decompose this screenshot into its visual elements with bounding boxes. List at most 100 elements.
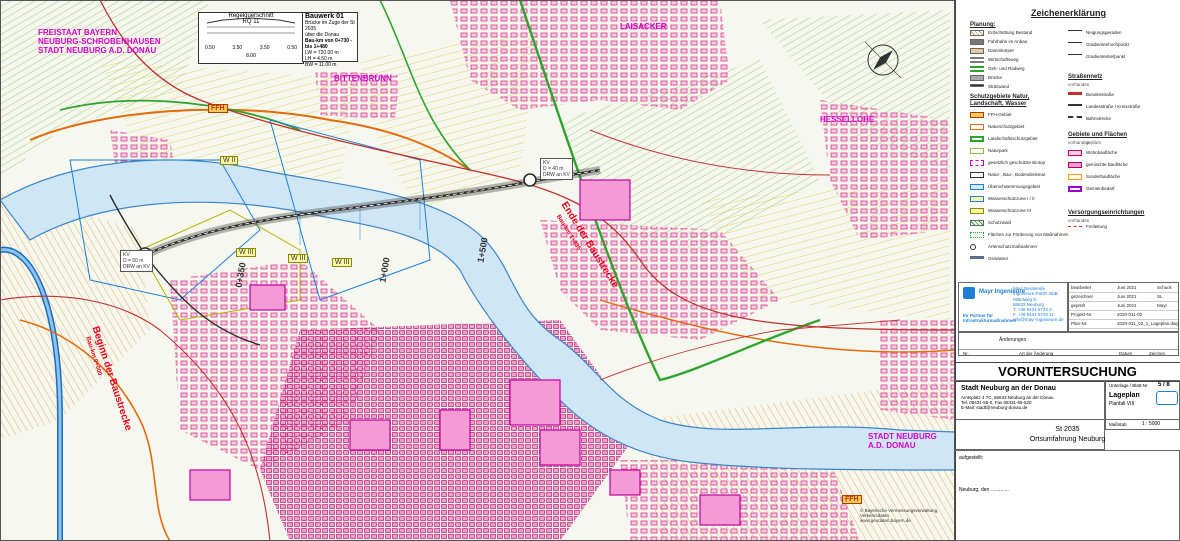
dim-2: 3.50: [232, 45, 243, 51]
dim-4: 0.50: [287, 45, 297, 51]
map-footnote-2: www.geodaten.bayern.de: [860, 518, 911, 523]
neuburg-logo-icon: [1156, 391, 1178, 405]
legend-planning-4-swatch: [970, 66, 984, 72]
firm-block: Mayr Ingenieure Mayr Beratende Ingenieur…: [958, 282, 1068, 332]
cross-section-dims: 0.50 3.50 3.50 0.50: [205, 45, 297, 51]
project-block: [955, 420, 1105, 450]
place-bittenbrunn: BITTENBRUNN: [334, 74, 392, 83]
water-zone-tag-4: W III: [236, 248, 257, 257]
legend-road-2-swatch: [1068, 116, 1082, 118]
legend-topright-1-swatch: [1068, 42, 1082, 44]
powerline-swatch: [1068, 226, 1082, 228]
approval-row: gezeichnet Juni 2021 SL: [1069, 293, 1178, 302]
legend-planning-1-swatch: [970, 39, 984, 45]
legend-protected-3-swatch: [970, 148, 984, 154]
revision-col-art: Art der Änderung: [1019, 351, 1054, 356]
legend-road-2-label: Bahnstrecke: [1086, 116, 1112, 121]
legend-planning-0-label: Erdschüttung Bestand: [988, 30, 1033, 35]
legend-protected-12-label: Gewässer: [988, 256, 1009, 261]
legend-protected-9-swatch: [970, 220, 984, 226]
approval-cell: Juni 2021: [1117, 294, 1137, 299]
legend-areas-0-label: Wohnbaufläche: [1086, 150, 1118, 155]
legend-protected-11-label: Artenschutzmaßnahmen: [988, 244, 1038, 249]
legend-protected-3-label: Naturpark: [988, 148, 1008, 153]
legend-utilities-item: Freileitung: [1086, 224, 1108, 229]
approval-row: Projekt-Nr. 2020-011-02: [1069, 311, 1178, 320]
legend-areas-0-swatch: [1068, 150, 1082, 156]
legend-areas-3-swatch: [1068, 186, 1082, 192]
revision-block: Änderungen Nr. Art der Änderung Datum Ze…: [958, 332, 1179, 356]
legend-protected-4-swatch: [970, 160, 984, 166]
legend-protected-1-label: Naturschutzgebiet: [988, 124, 1025, 129]
approval-cell: bearbeitet: [1071, 285, 1092, 290]
roundabout-note-west: KV D = 50 m DRW an KV: [120, 250, 153, 272]
roundabout-note-east: KV D = 40 m DRW an KV: [540, 158, 573, 180]
legend-protected-10-label: Flächen zur Förderung von Maßnahmen: [988, 232, 1069, 237]
legend-topright-0-label: Neigungsgeraden: [1086, 30, 1122, 35]
legend-protected-5-swatch: [970, 172, 984, 178]
firm-partner: Ihr Partner für Infrastrukturmaßnahmen: [963, 313, 1017, 323]
revision-col-datum: Datum: [1119, 351, 1133, 356]
legend-utilities-sub: vorhanden: [1068, 218, 1090, 223]
legend-protected-0-swatch: [970, 112, 984, 118]
water-zone-tag-1: W II: [220, 156, 239, 165]
plan-subtitle: Planfall VIII: [1109, 401, 1135, 407]
legend-areas-2-swatch: [1068, 174, 1082, 180]
client-name: Stadt Neuburg an der Donau: [961, 385, 1056, 392]
legend-planning-3-swatch: [970, 57, 984, 63]
legend-protected-heading: Schutzgebiete Natur, Landschaft, Wasser: [970, 94, 1030, 107]
legend-areas-3-label: Gemeinbedarf: [1086, 186, 1115, 191]
place-laisacker: LAISACKER: [620, 22, 667, 31]
legend-protected-2-swatch: [970, 136, 984, 142]
firm-address: Mittelweg 9 86633 Neuburg T. +49 8431 67…: [1013, 297, 1064, 322]
legend-road-sub: vorhanden: [1068, 82, 1090, 87]
legend-protected-1-swatch: [970, 124, 984, 130]
approval-cell: Juni 2021: [1117, 303, 1137, 308]
client-address: Amtsplatz 4 7C, 86633 Neuburg an der Don…: [961, 395, 1054, 410]
ffh-tag-2: FFH: [842, 495, 862, 504]
approval-cell: geprüft: [1071, 303, 1086, 308]
place-stadt-neuburg-1: STADT NEUBURG: [868, 432, 937, 441]
legend-topright-2-swatch: [1068, 54, 1082, 56]
legend-protected-2-label: Landschaftsschutzgebiet: [988, 136, 1038, 141]
legend-areas-heading: Gebiete und Flächen: [1068, 132, 1128, 138]
client-block: Stadt Neuburg an der Donau Amtsplatz 4 7…: [955, 380, 1105, 420]
kv2-line-3: DRW an KV: [543, 172, 570, 178]
legend-protected-12-swatch: [970, 256, 984, 259]
bridge-range: Bau-km von 0+730 - bis 1+480: [305, 38, 353, 50]
legend-utilities-heading: Versorgungseinrichtungen: [1068, 210, 1145, 216]
dim-3: 3.50: [259, 45, 270, 51]
revision-label: Änderungen: [999, 337, 1027, 343]
ffh-tag-1: FFH: [208, 104, 228, 113]
legend-protected-4-label: gesetzlich geschützte Biotop: [988, 160, 1046, 165]
legend-areas-2-label: Sonderbaufläche: [1086, 174, 1121, 179]
bridge-info-inset: Bauwerk 01 Brücke im Zuge der St 2035 üb…: [302, 12, 358, 68]
site-plan-map[interactable]: Regelquerschnitt RQ 11 0.50 3.50 3.50 0.…: [0, 0, 955, 541]
approval-cell: Mayr: [1157, 303, 1167, 308]
legend-planning-3-label: Wirtschaftsweg: [988, 57, 1019, 62]
water-zone-tag-3: W III: [332, 258, 353, 267]
legend-road-heading: Straßennetz: [1068, 74, 1103, 80]
legend-areas-1-label: gemischte Baufläche: [1086, 162, 1128, 167]
approval-cell: SL: [1157, 294, 1163, 299]
legend-protected-5-label: Natur-, Bau-, Bodendenkmal: [988, 172, 1046, 177]
legend-road-1-swatch: [1068, 104, 1082, 106]
firm-logo-icon: [963, 287, 975, 299]
project-name: St 2035: [1055, 426, 1080, 433]
approval-cell: 2020-011_02_1_Lageplan.dwg: [1117, 321, 1179, 326]
signature-line: Neuburg, den .............: [959, 487, 1009, 493]
approval-cell: Projekt-Nr.: [1071, 312, 1093, 317]
water-zone-tag-2: W III: [288, 254, 309, 263]
sheet-no: 5 / 8: [1158, 382, 1170, 388]
cross-section-drawing: [206, 17, 296, 34]
legend-protected-10-swatch: [970, 232, 984, 238]
legend-road-0-swatch: [1068, 92, 1082, 95]
legend-planning-5-swatch: [970, 75, 984, 81]
place-stadt-neuburg: STADT NEUBURG A.D. DONAU: [868, 432, 937, 450]
legend-areas-1-swatch: [1068, 162, 1082, 168]
map-footnote: © Bayerische Vermessungsverwaltung, Verk…: [860, 508, 955, 523]
legend-topright-0-swatch: [1068, 30, 1082, 32]
bridge-line-3: BW = 11.00 m: [305, 62, 337, 68]
signature-block: aufgestellt: Neuburg, den .............: [955, 450, 1180, 541]
legend-title: Zeichenerklärung: [1030, 8, 1107, 18]
